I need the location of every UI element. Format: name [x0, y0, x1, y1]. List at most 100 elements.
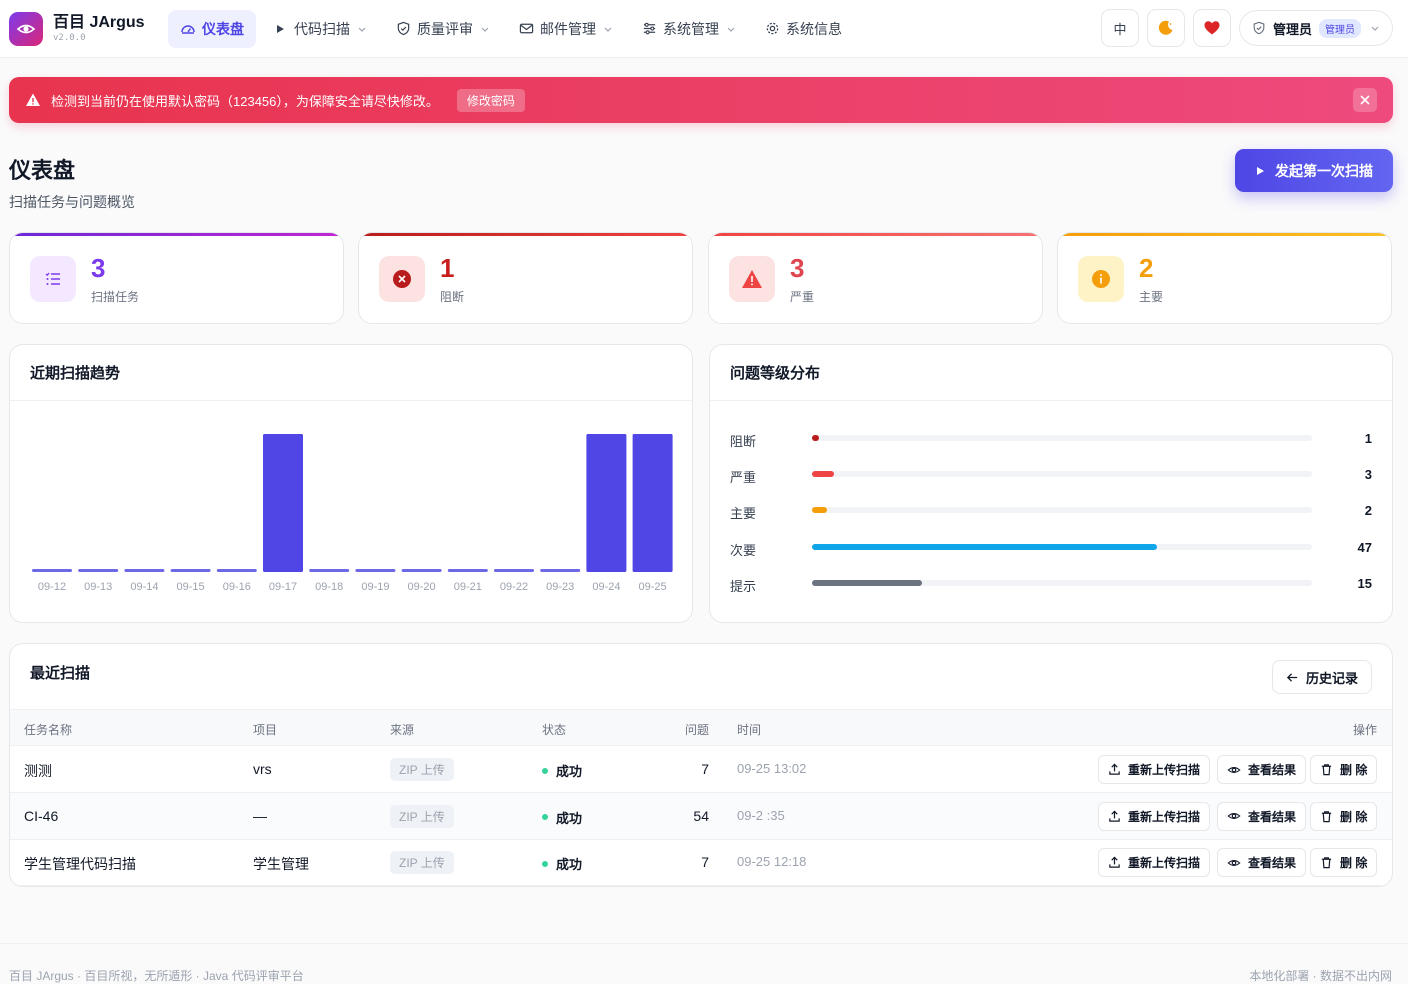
- delete-label: 删 除: [1340, 809, 1368, 824]
- rescan-label: 重新上传扫描: [1128, 763, 1201, 777]
- col-issues: 问题: [685, 723, 710, 737]
- warning-icon: [26, 93, 40, 106]
- x-tick-label: 09-16: [223, 581, 251, 593]
- trend-bar-chart: 09-12 09-13 09-14 09-15 09-16 09-17 09-18 09-19…: [32, 434, 673, 593]
- stat-card-major: 2 主要: [1057, 232, 1392, 324]
- scan-time: 09-25 12:18: [737, 854, 807, 869]
- default-password-alert: 检测到当前仍在使用默认密码（123456），为保障安全请尽快修改。 修改密码: [9, 77, 1393, 123]
- severity-fill: [812, 543, 1157, 550]
- x-tick-label: 09-12: [38, 581, 66, 593]
- rescan-button[interactable]: 重新上传扫描: [1098, 848, 1211, 877]
- app-name: 百目 JArgus: [53, 14, 145, 31]
- distribution-title: 问题等级分布: [710, 345, 1392, 401]
- language-toggle-button[interactable]: 中: [1100, 9, 1139, 47]
- upload-icon: [1109, 810, 1120, 822]
- stat-value: 2: [1139, 253, 1154, 283]
- col-project: 项目: [253, 723, 278, 737]
- shield-icon: [395, 21, 411, 37]
- trend-bar: [540, 569, 581, 572]
- project-name: —: [253, 807, 267, 824]
- theme-toggle-button[interactable]: [1146, 9, 1185, 47]
- start-first-scan-button[interactable]: 发起第一次扫描: [1235, 149, 1393, 192]
- severity-track: [812, 471, 1312, 478]
- favorite-button[interactable]: [1192, 9, 1231, 47]
- list-icon: [30, 256, 76, 302]
- trash-icon: [1321, 764, 1332, 776]
- table-row: 测测 vrs ZIP 上传 成功 7 09-25 13:02 重新上传扫描 查看结果 删 除: [10, 746, 1392, 793]
- eye-icon: [1227, 766, 1241, 773]
- x-circle-icon: [379, 256, 425, 302]
- trend-bar: [216, 569, 257, 572]
- card-accent-bar: [10, 233, 343, 236]
- nav-dashboard[interactable]: 仪表盘: [168, 9, 256, 48]
- nav-mail[interactable]: 邮件管理: [506, 10, 625, 48]
- severity-fill: [812, 471, 835, 478]
- play-icon: [1257, 166, 1264, 175]
- rescan-button[interactable]: 重新上传扫描: [1098, 755, 1211, 784]
- eye-icon: [1227, 813, 1241, 819]
- x-tick-label: 09-15: [177, 581, 205, 593]
- alert-message: 检测到当前仍在使用默认密码（123456），为保障安全请尽快修改。: [51, 93, 439, 109]
- card-accent-bar: [359, 233, 692, 236]
- view-results-button[interactable]: 查看结果: [1217, 755, 1307, 784]
- x-tick-label: 09-13: [84, 581, 112, 593]
- task-name[interactable]: CI-46: [24, 808, 58, 824]
- delete-button[interactable]: 删 除: [1310, 801, 1378, 831]
- status-badge: 成功: [542, 808, 582, 827]
- mail-icon: [518, 21, 534, 37]
- task-name[interactable]: 测测: [24, 761, 52, 781]
- stat-card-scan-tasks: 3 扫描任务: [9, 232, 344, 324]
- nav-quality-review-label: 质量评审: [417, 20, 473, 37]
- trend-bar: [632, 434, 673, 572]
- severity-count: 2: [1364, 503, 1372, 519]
- user-menu[interactable]: 管理员 管理员: [1238, 10, 1393, 46]
- delete-label: 删 除: [1340, 856, 1368, 870]
- severity-label: 提示: [730, 578, 757, 594]
- play-icon: [272, 21, 288, 37]
- severity-track: [812, 543, 1312, 550]
- chevron-down-icon: [604, 27, 612, 32]
- recent-title: 最近扫描: [30, 664, 91, 682]
- view-results-button[interactable]: 查看结果: [1217, 801, 1307, 831]
- info-icon: [1078, 256, 1124, 302]
- delete-button[interactable]: 删 除: [1310, 755, 1378, 784]
- status-text: 成功: [556, 857, 583, 872]
- col-status: 状态: [542, 723, 567, 737]
- alert-close-button[interactable]: [1353, 88, 1377, 112]
- rescan-button[interactable]: 重新上传扫描: [1098, 801, 1211, 831]
- warning-icon: [729, 256, 775, 302]
- source-badge: ZIP 上传: [390, 758, 454, 781]
- severity-label: 阻断: [730, 434, 757, 449]
- nav-code-scan[interactable]: 代码扫描: [260, 10, 379, 48]
- history-button-label: 历史记录: [1305, 670, 1358, 686]
- nav-quality-review[interactable]: 质量评审: [383, 10, 502, 48]
- status-badge: 成功: [542, 761, 582, 780]
- trash-icon: [1321, 857, 1332, 869]
- stat-label: 严重: [790, 290, 815, 304]
- severity-label: 主要: [730, 506, 757, 522]
- sliders-icon: [641, 21, 657, 37]
- chevron-down-icon: [727, 27, 735, 32]
- page-title: 仪表盘: [9, 158, 76, 183]
- x-tick-label: 09-19: [361, 581, 389, 593]
- severity-fill: [812, 507, 827, 514]
- view-results-label: 查看结果: [1248, 763, 1297, 777]
- brand[interactable]: 百目 JArgus v2.0.0: [9, 11, 159, 46]
- distribution-row: 提示 15: [730, 574, 1372, 594]
- upload-icon: [1109, 763, 1120, 775]
- card-accent-bar: [709, 233, 1042, 236]
- task-name[interactable]: 学生管理代码扫描: [24, 854, 136, 874]
- status-badge: 成功: [542, 854, 582, 873]
- change-password-button[interactable]: 修改密码: [456, 88, 525, 112]
- issue-count: 7: [701, 854, 709, 870]
- view-results-button[interactable]: 查看结果: [1217, 848, 1307, 877]
- footer-right: 本地化部署 · 数据不出内网: [1249, 969, 1392, 983]
- delete-button[interactable]: 删 除: [1310, 848, 1378, 877]
- delete-label: 删 除: [1340, 763, 1368, 777]
- rescan-label: 重新上传扫描: [1128, 809, 1201, 824]
- nav-system-info[interactable]: 系统信息: [752, 10, 854, 48]
- status-dot: [542, 767, 548, 774]
- history-button[interactable]: 历史记录: [1271, 660, 1372, 694]
- arrow-left-icon: [1286, 672, 1298, 682]
- nav-system-admin[interactable]: 系统管理: [629, 10, 748, 48]
